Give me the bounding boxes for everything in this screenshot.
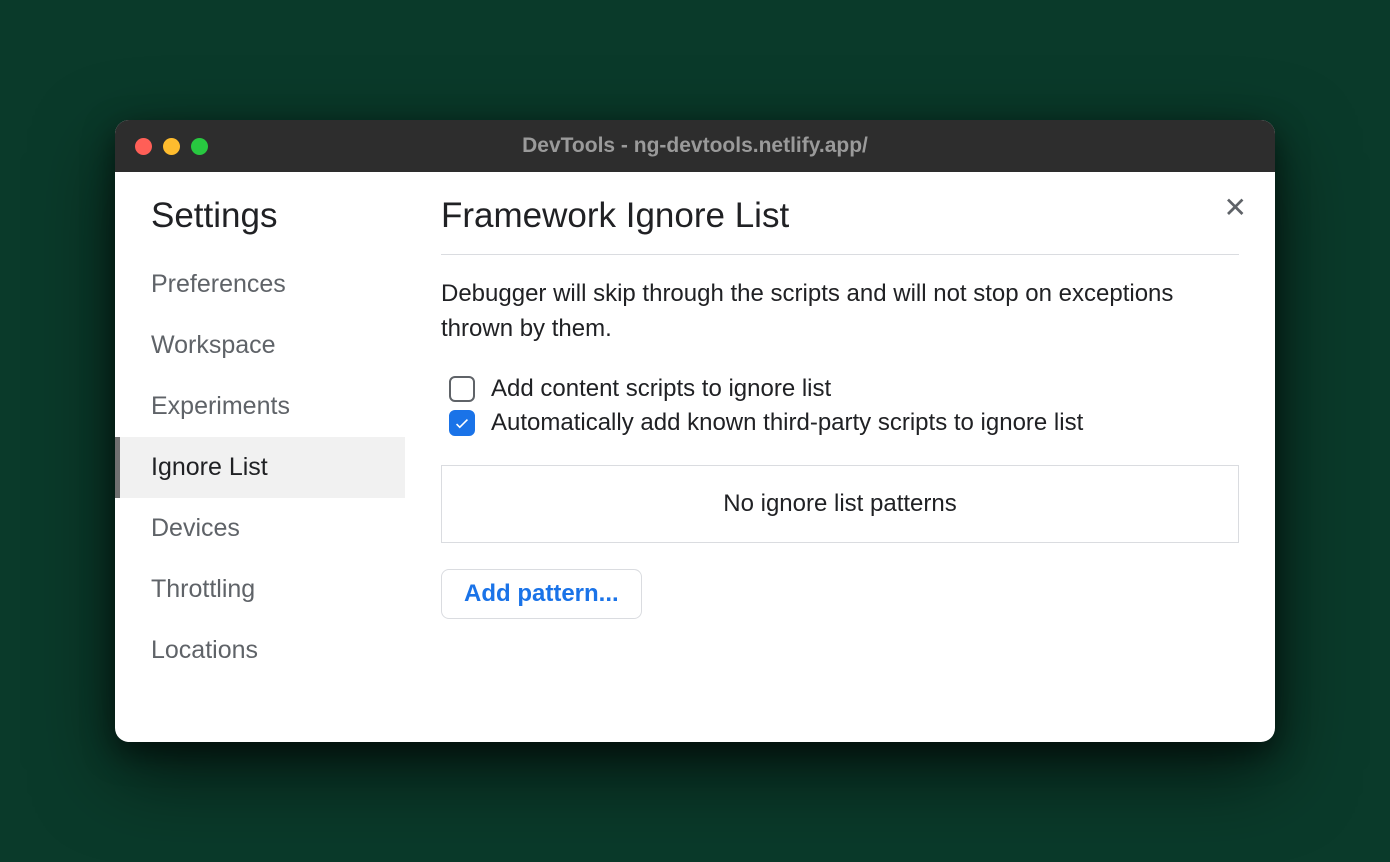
sidebar-item-label: Workspace	[151, 331, 276, 359]
ignore-list-patterns-box: No ignore list patterns	[441, 465, 1239, 543]
checkbox-row-third-party[interactable]: Automatically add known third-party scri…	[441, 409, 1239, 437]
sidebar-item-label: Preferences	[151, 270, 286, 298]
checkbox-third-party[interactable]	[449, 410, 475, 436]
sidebar-item-label: Devices	[151, 514, 240, 542]
sidebar-item-throttling[interactable]: Throttling	[115, 559, 405, 620]
sidebar-item-label: Experiments	[151, 392, 290, 420]
checkmark-icon	[453, 414, 471, 432]
devtools-settings-window: DevTools - ng-devtools.netlify.app/ ✕ Se…	[115, 120, 1275, 742]
window-maximize-button[interactable]	[191, 138, 208, 155]
sidebar-item-ignore-list[interactable]: Ignore List	[115, 437, 405, 498]
checkbox-label: Automatically add known third-party scri…	[491, 409, 1083, 437]
sidebar-item-preferences[interactable]: Preferences	[115, 254, 405, 315]
sidebar-item-label: Locations	[151, 636, 258, 664]
sidebar-item-experiments[interactable]: Experiments	[115, 376, 405, 437]
page-title: Framework Ignore List	[441, 196, 1239, 255]
patterns-empty-text: No ignore list patterns	[723, 490, 956, 517]
add-pattern-button[interactable]: Add pattern...	[441, 569, 642, 619]
sidebar-title: Settings	[115, 196, 405, 254]
checkbox-row-content-scripts[interactable]: Add content scripts to ignore list	[441, 375, 1239, 403]
checkbox-content-scripts[interactable]	[449, 376, 475, 402]
sidebar-item-devices[interactable]: Devices	[115, 498, 405, 559]
window-titlebar: DevTools - ng-devtools.netlify.app/	[115, 120, 1275, 172]
page-description: Debugger will skip through the scripts a…	[441, 277, 1239, 347]
settings-main-panel: Framework Ignore List Debugger will skip…	[405, 172, 1275, 742]
settings-sidebar: Settings Preferences Workspace Experimen…	[115, 172, 405, 742]
sidebar-item-label: Ignore List	[151, 453, 268, 481]
window-title: DevTools - ng-devtools.netlify.app/	[522, 134, 868, 158]
window-minimize-button[interactable]	[163, 138, 180, 155]
sidebar-item-locations[interactable]: Locations	[115, 620, 405, 681]
window-close-button[interactable]	[135, 138, 152, 155]
add-pattern-label: Add pattern...	[464, 580, 619, 607]
traffic-lights	[135, 138, 208, 155]
close-icon[interactable]: ✕	[1224, 194, 1247, 222]
sidebar-item-label: Throttling	[151, 575, 255, 603]
settings-content: ✕ Settings Preferences Workspace Experim…	[115, 172, 1275, 742]
checkbox-label: Add content scripts to ignore list	[491, 375, 831, 403]
sidebar-item-workspace[interactable]: Workspace	[115, 315, 405, 376]
